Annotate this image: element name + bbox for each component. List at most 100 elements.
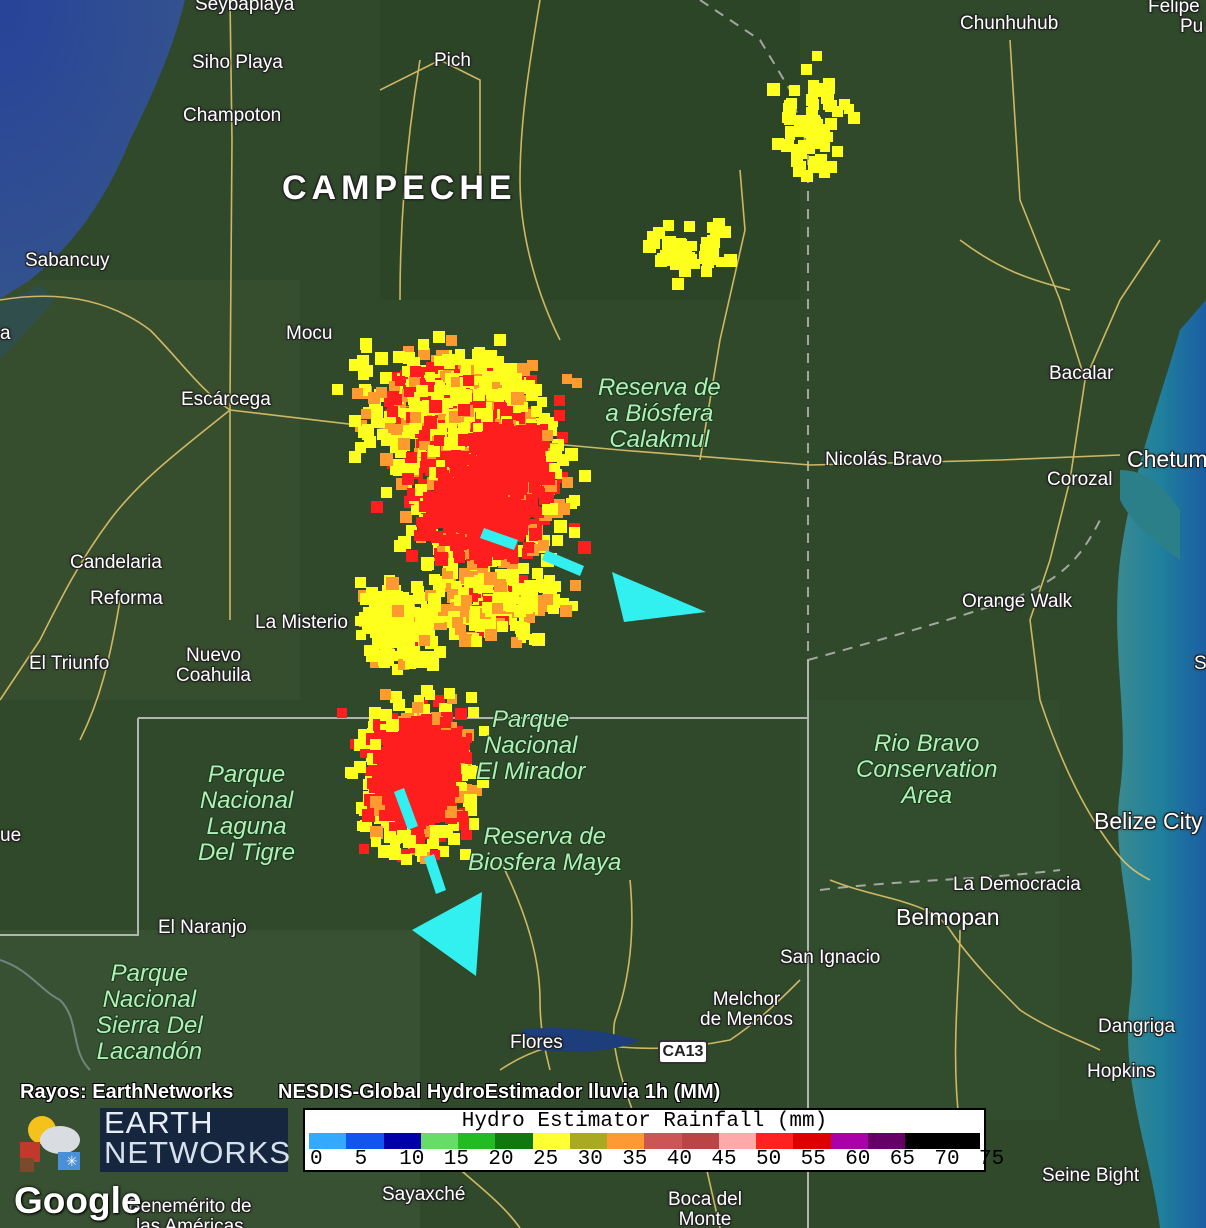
rain-cell [767,83,780,96]
rain-cell [518,451,529,462]
rain-cell [801,170,813,182]
rain-cell [386,577,399,590]
place-label: Hopkins [1087,1061,1156,1082]
weather-icon-logo: ✳ [20,1108,84,1172]
rain-cell [392,605,404,617]
place-label: Flores [510,1032,563,1053]
rain-cell [455,517,466,528]
place-label: a [0,323,11,344]
legend-tick-label: 5 [354,1148,368,1171]
rain-cell [542,472,555,485]
map-view[interactable]: CAMPECHE Seybaplaya Siho Playa Pich Cham… [0,0,1206,1228]
rain-cell [550,444,562,456]
rain-cell [701,266,712,277]
rain-cell [524,380,535,391]
rain-cell [425,372,435,382]
rain-cell [497,505,508,516]
legend-tick-label: 45 [711,1148,737,1171]
legend-tick-label: 40 [666,1148,693,1171]
park-label: Parque Nacional Laguna Del Tigre [198,761,296,866]
rain-cell [554,520,567,533]
rain-cell [502,372,513,383]
rain-cell [441,730,452,741]
rain-cell [411,581,423,593]
park-label: Parque Nacional Sierra Del Lacandón [96,960,203,1065]
rain-cell [406,452,417,463]
rain-cell [337,708,347,718]
rain-cell [506,602,516,612]
rain-cell [410,775,421,786]
rain-cell [357,355,369,367]
park-label: Rio Bravo Conservation Area [856,730,998,809]
rain-cell [484,572,497,585]
rain-cell [425,520,436,531]
rain-cell [808,99,819,110]
rain-cell [456,497,467,508]
rain-cell [453,547,464,558]
rain-cell [492,603,503,614]
place-label: Nuevo Coahuila [176,645,251,686]
rain-cell [724,254,737,267]
legend-swatch [346,1133,384,1149]
rain-cell [416,385,428,397]
rain-cell [378,623,391,636]
legend-swatch [383,1133,421,1149]
rain-cell [786,98,797,109]
rain-cell [396,742,407,753]
rain-cell [791,115,801,125]
rain-cell [565,448,578,461]
rain-cell [355,616,365,626]
legend-swatch [458,1133,496,1149]
rain-cell [669,240,681,252]
rain-cell [542,430,553,441]
rain-cell [427,659,439,671]
rain-cell [361,342,372,353]
product-title: NESDIS-Global HydroEstimador lluvia 1h (… [278,1081,721,1103]
rain-cell [424,416,437,429]
rain-cell [572,378,582,388]
rain-cell [509,576,519,586]
rain-cell [412,762,423,773]
rain-cell [332,384,343,395]
park-label: Reserva de a Biósfera Calakmul [598,374,721,453]
rain-cell [552,535,563,546]
rain-cell [428,445,440,457]
logo-line-1: EARTH [104,1105,214,1140]
rain-cell [527,502,538,513]
rain-cell [542,594,553,605]
legend-swatch [905,1133,943,1149]
legend-tick-label: 60 [845,1148,871,1171]
rain-cell [523,542,534,553]
rain-cell [474,362,486,374]
rain-cell [529,634,540,645]
rain-cell [402,473,414,485]
place-label: Orange Walk [962,591,1073,612]
rain-cell [452,617,463,628]
rain-cell [485,434,496,445]
rain-cell [419,635,430,646]
rain-cell [482,602,493,613]
rain-cell [497,438,508,449]
rain-cell [464,794,477,807]
legend-tick-label: 50 [756,1148,782,1171]
rain-cell [412,702,423,713]
rain-cell [825,161,837,173]
rain-cell [430,813,440,823]
rain-cell [430,601,441,612]
rain-cell [429,756,440,767]
rain-cell [486,542,497,553]
place-label: La Democracia [953,874,1081,895]
rain-cell [519,514,530,525]
rain-cell [466,692,477,703]
legend-swatch [681,1133,719,1149]
rain-cell [558,503,570,515]
rain-cell [379,810,390,821]
place-label: Boca del Monte [668,1189,742,1228]
rain-cell [452,487,463,498]
place-label: Seine Bight [1042,1165,1140,1186]
place-label: Escárcega [181,389,271,410]
rain-cell [560,605,572,617]
rain-cell [579,470,591,482]
legend-swatch [495,1133,533,1149]
rain-cell [823,88,834,99]
